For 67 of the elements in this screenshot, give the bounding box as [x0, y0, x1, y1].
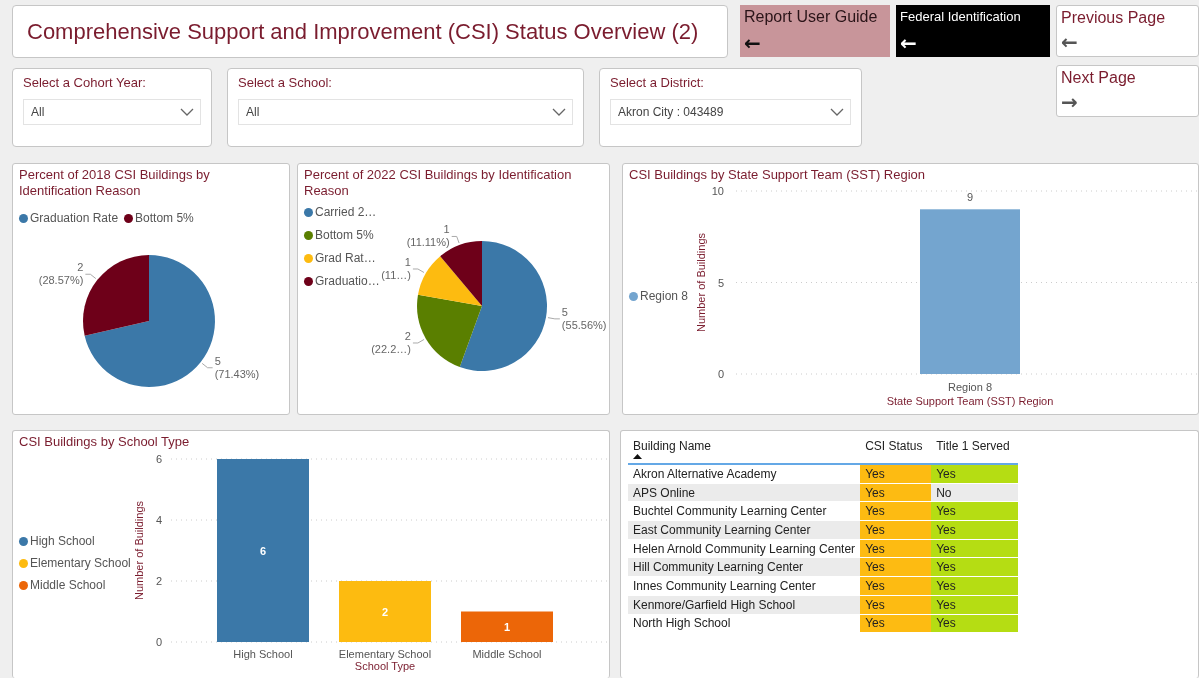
table-cell: Buchtel Community Learning Center: [628, 501, 861, 521]
nav-button[interactable]: Report User Guide ←: [740, 5, 890, 57]
data-label: 6: [259, 544, 267, 557]
chart-title: Percent of 2022 CSI Buildings by Identification Reason: [303, 166, 573, 199]
chart-title: CSI Buildings by State Support Team (SST) Region: [628, 166, 927, 183]
axis-title: Number of Buildings: [133, 500, 145, 601]
data-label: 5 (71.43%): [214, 354, 260, 380]
legend-label: Graduation Rate: [30, 211, 119, 225]
leader-line: [412, 339, 425, 344]
axis-tick-label: 4: [155, 514, 162, 526]
leader-line: [451, 235, 460, 244]
legend-label: Grad Rat…: [315, 251, 376, 265]
legend-label: Bottom 5%: [315, 228, 374, 242]
data-label: 9: [966, 191, 974, 204]
axis-tick-label: Elementary School: [338, 648, 432, 660]
page-title: Comprehensive Support and Improvement (CSI) Status Overview (2): [27, 18, 699, 45]
chevron-down-icon: [180, 108, 194, 116]
axis-tick-label: 10: [711, 185, 724, 197]
column-header[interactable]: Building Name: [633, 439, 856, 453]
legend-label: Middle School: [30, 578, 106, 592]
leader-line: [201, 362, 214, 369]
column-header[interactable]: CSI Status: [865, 439, 927, 453]
leader-line: [412, 268, 425, 273]
axis-title: School Type: [354, 660, 416, 672]
legend-label: Carried 2…: [315, 205, 377, 219]
leader-line: [84, 273, 97, 280]
nav-button[interactable]: Previous Page ←: [1056, 5, 1199, 57]
data-label: 5 (55.56%): [561, 305, 607, 331]
table-cell: Helen Arnold Community Learning Center: [628, 539, 861, 558]
data-label: 1 (11.11%): [406, 223, 450, 249]
chevron-down-icon: [830, 108, 844, 116]
data-label: 1 (11…): [381, 256, 411, 281]
axis-tick-label: 2: [155, 575, 162, 587]
legend-label: Bottom 5%: [135, 211, 194, 225]
filter-label: Select a Cohort Year:: [23, 75, 147, 90]
table-cell: Innes Community Learning Center: [628, 576, 861, 596]
data-label: 2 (22.2…): [371, 330, 411, 355]
data-label: 1: [503, 620, 511, 633]
filter-label: Select a School:: [238, 75, 333, 90]
column-header[interactable]: Title 1 Served: [936, 439, 1014, 453]
axis-tick-label: Region 8: [948, 381, 992, 393]
chevron-down-icon: [552, 108, 566, 116]
leader-line: [547, 317, 561, 320]
legend-label: High School: [30, 534, 95, 548]
data-label: 2 (28.57%): [38, 261, 84, 287]
filter-label: Select a District:: [610, 75, 705, 90]
data-label: 2: [381, 605, 389, 618]
axis-tick-label: 0: [717, 368, 724, 380]
axis-tick-label: Middle School: [472, 648, 542, 660]
dropdown[interactable]: All: [23, 99, 201, 125]
nav-button[interactable]: Federal Identification ←: [896, 5, 1050, 57]
chart-title: CSI Buildings by School Type: [18, 433, 191, 450]
table-cell: North High School: [628, 614, 861, 633]
legend-label: Graduatio…: [315, 274, 380, 288]
axis-title: Number of Buildings: [695, 232, 707, 333]
legend-label: Region 8: [640, 289, 689, 303]
axis-tick-label: 6: [155, 453, 162, 465]
axis-tick-label: High School: [233, 648, 293, 660]
axis-title: State Support Team (SST) Region: [886, 395, 1054, 407]
chart-title: Percent of 2018 CSI Buildings by Identification Reason: [18, 166, 211, 199]
dropdown[interactable]: All: [238, 99, 573, 125]
table-cell: Akron Alternative Academy: [628, 464, 861, 484]
legend-label: Elementary School: [30, 556, 131, 570]
nav-button[interactable]: Next Page →: [1056, 65, 1199, 117]
axis-tick-label: 0: [155, 636, 162, 648]
dropdown[interactable]: Akron City : 043489: [610, 99, 851, 125]
axis-tick-label: 5: [717, 276, 724, 289]
